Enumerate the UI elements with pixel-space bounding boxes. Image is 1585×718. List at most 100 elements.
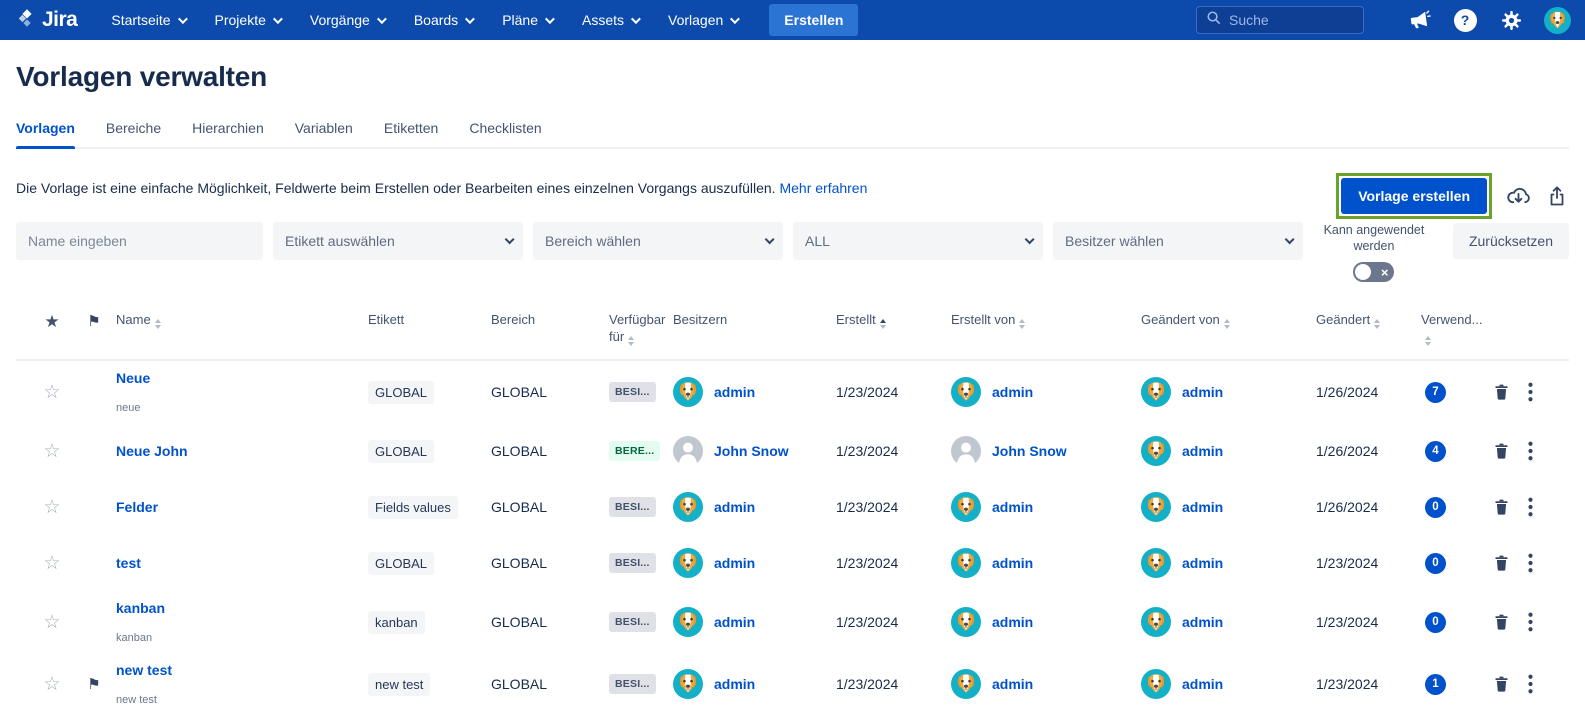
column-header-verfuegbar-fuer[interactable]: Verfügbar für: [609, 312, 673, 346]
created-by-link[interactable]: admin: [992, 614, 1033, 630]
megaphone-icon[interactable]: [1406, 7, 1432, 33]
trash-icon[interactable]: [1492, 382, 1511, 402]
can-apply-toggle[interactable]: ×: [1353, 262, 1394, 282]
search-box[interactable]: [1196, 6, 1364, 34]
star-icon[interactable]: ☆: [43, 496, 60, 519]
star-icon[interactable]: ☆: [43, 440, 60, 463]
nav-item-vorgaenge[interactable]: Vorgänge: [310, 12, 384, 28]
created-date: 1/23/2024: [836, 614, 951, 630]
template-name-link[interactable]: new test: [116, 662, 368, 678]
modified-by-link[interactable]: admin: [1182, 676, 1223, 692]
modified-by-link[interactable]: admin: [1182, 499, 1223, 515]
scope-text: GLOBAL: [491, 614, 609, 630]
tab-etiketten[interactable]: Etiketten: [384, 120, 438, 147]
nav-item-boards[interactable]: Boards: [414, 12, 472, 28]
nav-item-projekte[interactable]: Projekte: [215, 12, 280, 28]
column-header-geaendert-von[interactable]: Geändert von: [1141, 312, 1316, 329]
owner-link[interactable]: admin: [714, 499, 755, 515]
star-icon[interactable]: ☆: [43, 381, 60, 404]
chevron-down-icon: [377, 14, 387, 24]
modified-by-link[interactable]: admin: [1182, 555, 1223, 571]
created-date: 1/23/2024: [836, 384, 951, 400]
export-icon[interactable]: [1545, 184, 1569, 208]
owner-filter-dropdown[interactable]: Besitzer wählen: [1053, 222, 1303, 260]
create-button[interactable]: Erstellen: [769, 4, 858, 36]
learn-more-link[interactable]: Mehr erfahren: [779, 180, 867, 196]
kebab-menu-icon[interactable]: [1528, 382, 1533, 402]
trash-icon[interactable]: [1492, 441, 1511, 461]
owner-link[interactable]: admin: [714, 676, 755, 692]
trash-icon[interactable]: [1492, 612, 1511, 632]
template-name-link[interactable]: Felder: [116, 499, 368, 515]
trash-icon[interactable]: [1492, 674, 1511, 694]
trash-icon[interactable]: [1492, 553, 1511, 573]
user-avatar: [1141, 607, 1171, 637]
tab-variablen[interactable]: Variablen: [295, 120, 353, 147]
kebab-menu-icon[interactable]: [1528, 497, 1533, 517]
label-badge: kanban: [368, 611, 425, 634]
star-icon[interactable]: ☆: [43, 673, 60, 696]
created-by-link[interactable]: admin: [992, 676, 1033, 692]
tab-checklisten[interactable]: Checklisten: [469, 120, 541, 147]
name-filter-input[interactable]: [16, 222, 263, 260]
template-table-body: ☆ ⚑ Neue neue GLOBAL GLOBAL BESI... admi…: [16, 361, 1569, 715]
area-filter-dropdown[interactable]: Bereich wählen: [533, 222, 783, 260]
nav-item-vorlagen[interactable]: Vorlagen: [668, 12, 737, 28]
star-column-header-icon[interactable]: ★: [44, 312, 59, 332]
jira-logo[interactable]: Jira: [16, 7, 77, 34]
modified-by-link[interactable]: admin: [1182, 614, 1223, 630]
column-header-name[interactable]: Name: [116, 312, 368, 329]
kebab-menu-icon[interactable]: [1528, 612, 1533, 632]
template-subtitle: neue: [116, 402, 368, 414]
user-avatar: [1141, 436, 1171, 466]
tab-bereiche[interactable]: Bereiche: [106, 120, 161, 147]
create-template-button[interactable]: Vorlage erstellen: [1341, 178, 1487, 214]
cloud-download-icon[interactable]: [1506, 184, 1531, 209]
tab-vorlagen[interactable]: Vorlagen: [16, 120, 75, 147]
created-by-link[interactable]: admin: [992, 555, 1033, 571]
label-filter-dropdown[interactable]: Etikett auswählen: [273, 222, 523, 260]
template-name-link[interactable]: test: [116, 555, 368, 571]
trash-icon[interactable]: [1492, 497, 1511, 517]
created-by-link[interactable]: John Snow: [992, 443, 1067, 459]
user-avatar: [951, 607, 981, 637]
sort-icon: [1019, 319, 1025, 329]
owner-link[interactable]: admin: [714, 555, 755, 571]
owner-link[interactable]: John Snow: [714, 443, 789, 459]
modified-by-link[interactable]: admin: [1182, 384, 1223, 400]
template-name-link[interactable]: Neue: [116, 370, 368, 386]
owner-link[interactable]: admin: [714, 614, 755, 630]
reset-filters-button[interactable]: Zurücksetzen: [1453, 223, 1569, 259]
star-icon[interactable]: ☆: [43, 552, 60, 575]
type-filter-dropdown[interactable]: ALL: [793, 222, 1043, 260]
nav-item-assets[interactable]: Assets: [582, 12, 638, 28]
top-navbar: Jira Startseite Projekte Vorgänge Boards…: [0, 0, 1585, 40]
can-apply-label: Kann angewendet werden: [1315, 223, 1433, 254]
gear-icon[interactable]: [1498, 7, 1524, 33]
column-header-geaendert[interactable]: Geändert: [1316, 312, 1421, 329]
modified-by-link[interactable]: admin: [1182, 443, 1223, 459]
nav-item-startseite[interactable]: Startseite: [111, 12, 184, 28]
sort-icon: [1224, 319, 1230, 329]
flag-column-header-icon[interactable]: ⚑: [87, 312, 100, 330]
nav-item-plaene[interactable]: Pläne: [502, 12, 552, 28]
filter-bar: Etikett auswählen Bereich wählen ALL Bes…: [16, 222, 1303, 260]
column-header-verwendet[interactable]: Verwend...: [1421, 312, 1481, 346]
kebab-menu-icon[interactable]: [1528, 441, 1533, 461]
kebab-menu-icon[interactable]: [1528, 674, 1533, 694]
template-name-link[interactable]: kanban: [116, 600, 368, 616]
created-by-link[interactable]: admin: [992, 384, 1033, 400]
column-header-erstellt[interactable]: Erstellt: [836, 312, 951, 329]
star-icon[interactable]: ☆: [43, 611, 60, 634]
user-avatar[interactable]: [1544, 7, 1571, 34]
help-icon[interactable]: ?: [1452, 7, 1478, 33]
search-input[interactable]: [1229, 12, 1349, 28]
chevron-down-icon: [273, 14, 283, 24]
column-header-erstellt-von[interactable]: Erstellt von: [951, 312, 1141, 329]
kebab-menu-icon[interactable]: [1528, 553, 1533, 573]
created-by-link[interactable]: admin: [992, 499, 1033, 515]
available-badge: BERE...: [609, 441, 660, 461]
template-name-link[interactable]: Neue John: [116, 443, 368, 459]
tab-hierarchien[interactable]: Hierarchien: [192, 120, 264, 147]
owner-link[interactable]: admin: [714, 384, 755, 400]
